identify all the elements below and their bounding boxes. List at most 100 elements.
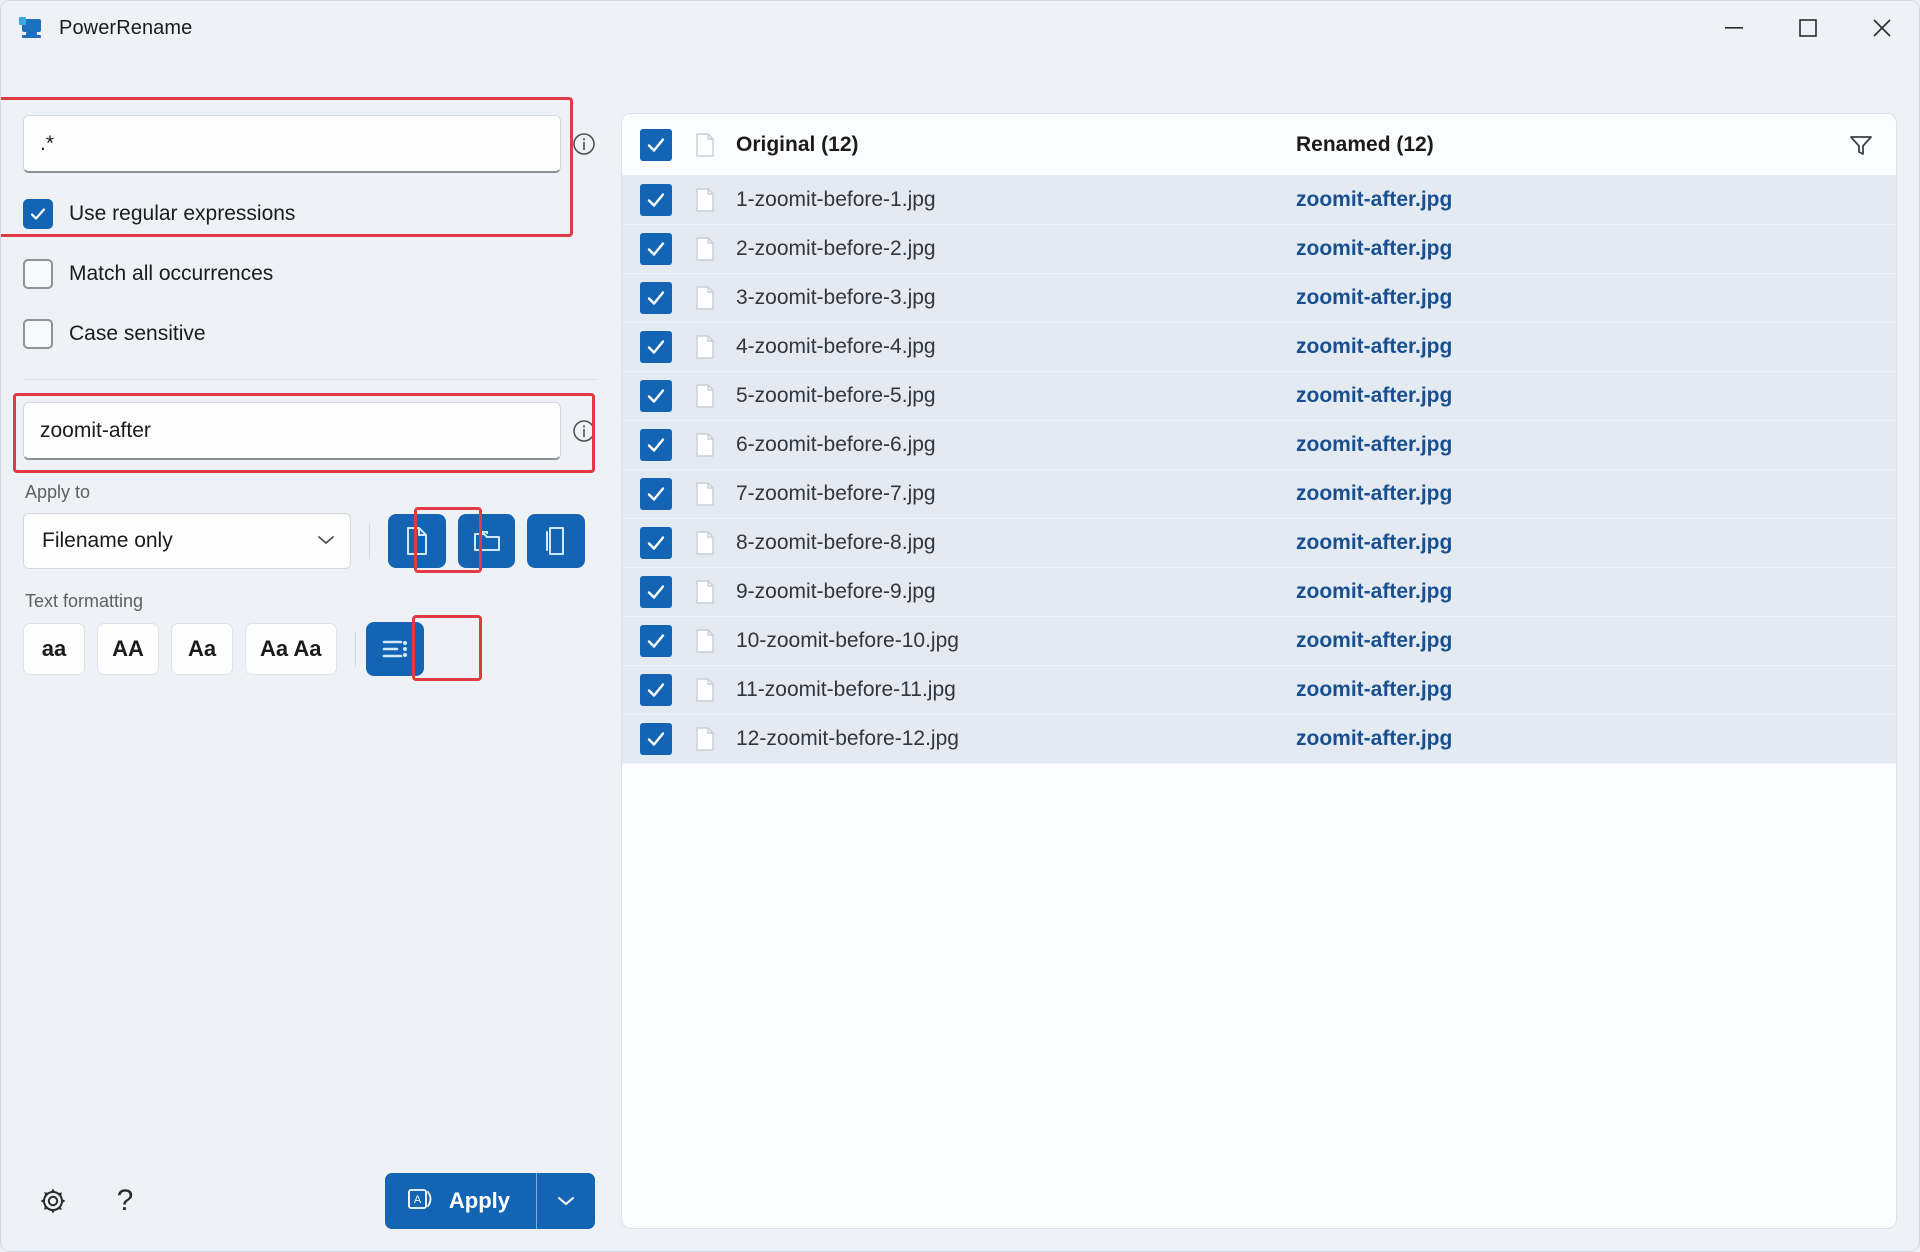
uppercase-button[interactable]: AA (97, 623, 159, 675)
apply-button-label: Apply (448, 1188, 510, 1213)
original-filename: 7-zoomit-before-7.jpg (736, 482, 936, 505)
row-checkbox[interactable] (640, 380, 672, 412)
select-all-checkbox[interactable] (640, 128, 672, 161)
table-row[interactable]: 9-zoomit-before-9.jpg zoomit-after.jpg (622, 568, 1896, 617)
option-use-regex[interactable]: Use regular expressions (23, 187, 597, 241)
renamed-filename: zoomit-after.jpg (1296, 482, 1453, 505)
table-row[interactable]: 4-zoomit-before-4.jpg zoomit-after.jpg (622, 323, 1896, 372)
table-row[interactable]: 11-zoomit-before-11.jpg zoomit-after.jpg (622, 666, 1896, 715)
column-header-renamed[interactable]: Renamed (12) (1296, 133, 1826, 157)
apply-dropdown-button[interactable] (537, 1173, 595, 1229)
apply-to-folders-button[interactable] (457, 514, 516, 568)
renamed-filename: zoomit-after.jpg (1296, 188, 1453, 211)
renamed-filename: zoomit-after.jpg (1296, 237, 1453, 260)
footer-bar: ? A Apply (1, 1151, 621, 1251)
chevron-down-icon (316, 529, 336, 553)
renamed-filename: zoomit-after.jpg (1296, 286, 1453, 309)
row-checkbox[interactable] (640, 527, 672, 559)
option-case-sensitive[interactable]: Case sensitive (23, 307, 597, 361)
row-checkbox[interactable] (640, 331, 672, 363)
text-formatting-label: Text formatting (25, 591, 144, 611)
case-sensitive-checkbox[interactable] (23, 319, 53, 349)
table-row[interactable]: 6-zoomit-before-6.jpg zoomit-after.jpg (622, 421, 1896, 470)
formatting-separator (354, 631, 356, 667)
row-checkbox[interactable] (640, 478, 672, 510)
header-file-icon (694, 132, 736, 158)
original-filename: 11-zoomit-before-11.jpg (736, 678, 956, 701)
file-icon (694, 579, 736, 605)
row-checkbox[interactable] (640, 282, 672, 314)
apply-to-files-button[interactable] (388, 514, 446, 568)
row-checkbox-cell[interactable] (640, 429, 694, 461)
original-filename: 5-zoomit-before-5.jpg (736, 384, 936, 407)
row-checkbox[interactable] (640, 429, 672, 461)
row-checkbox-cell[interactable] (640, 331, 694, 363)
settings-gear-icon[interactable] (29, 1177, 77, 1225)
row-checkbox-cell[interactable] (640, 282, 694, 314)
option-match-all[interactable]: Match all occurrences (23, 247, 597, 301)
search-input[interactable]: .* (23, 115, 561, 173)
row-checkbox-cell[interactable] (640, 184, 694, 216)
row-checkbox-cell[interactable] (640, 674, 694, 706)
renamed-filename: zoomit-after.jpg (1296, 629, 1453, 652)
capitalize-button[interactable]: Aa Aa (245, 623, 337, 675)
file-list-panel: Original (12) Renamed (12) 1-zoomit-befo… (621, 113, 1897, 1229)
row-checkbox-cell[interactable] (640, 233, 694, 265)
table-row[interactable]: 5-zoomit-before-5.jpg zoomit-after.jpg (622, 372, 1896, 421)
use-regex-checkbox[interactable] (23, 199, 53, 229)
svg-text:A: A (414, 1194, 422, 1206)
table-row[interactable]: 3-zoomit-before-3.jpg zoomit-after.jpg (622, 274, 1896, 323)
column-header-original[interactable]: Original (12) (736, 133, 1296, 157)
apply-to-label: Apply to (25, 482, 91, 502)
row-checkbox[interactable] (640, 723, 672, 755)
renamed-filename: zoomit-after.jpg (1296, 580, 1453, 603)
minimize-button[interactable] (1697, 1, 1771, 55)
file-icon (694, 187, 736, 213)
renamed-filename: zoomit-after.jpg (1296, 335, 1453, 358)
apply-to-row: Filename only (23, 507, 597, 573)
close-button[interactable] (1845, 1, 1919, 55)
renamed-filename: zoomit-after.jpg (1296, 678, 1453, 701)
search-info-icon[interactable] (571, 131, 597, 157)
row-checkbox[interactable] (640, 625, 672, 657)
apply-to-subfolders-button[interactable] (527, 514, 585, 568)
select-all-cell[interactable] (640, 128, 694, 161)
file-icon (694, 726, 736, 752)
replace-info-icon[interactable] (571, 418, 597, 444)
replace-input[interactable]: zoomit-after (23, 402, 561, 460)
row-checkbox[interactable] (640, 576, 672, 608)
table-row[interactable]: 2-zoomit-before-2.jpg zoomit-after.jpg (622, 225, 1896, 274)
titlecase-button[interactable]: Aa (171, 623, 233, 675)
filter-icon[interactable] (1826, 132, 1896, 158)
maximize-button[interactable] (1771, 1, 1845, 55)
window-body: .* Use regular expressions Match all occ… (1, 55, 1919, 1251)
row-checkbox[interactable] (640, 233, 672, 265)
table-row[interactable]: 1-zoomit-before-1.jpg zoomit-after.jpg (622, 176, 1896, 225)
apply-button[interactable]: A Apply (385, 1173, 536, 1229)
table-row[interactable]: 10-zoomit-before-10.jpg zoomit-after.jpg (622, 617, 1896, 666)
row-checkbox[interactable] (640, 184, 672, 216)
text-formatting-row: aa AA Aa Aa Aa (23, 615, 597, 681)
lowercase-button[interactable]: aa (23, 623, 85, 675)
original-filename: 6-zoomit-before-6.jpg (736, 433, 936, 456)
rename-icon: A (407, 1186, 435, 1217)
renamed-filename: zoomit-after.jpg (1296, 531, 1453, 554)
help-question-icon[interactable]: ? (101, 1177, 149, 1225)
table-row[interactable]: 7-zoomit-before-7.jpg zoomit-after.jpg (622, 470, 1896, 519)
table-row[interactable]: 12-zoomit-before-12.jpg zoomit-after.jpg (622, 715, 1896, 764)
table-row[interactable]: 8-zoomit-before-8.jpg zoomit-after.jpg (622, 519, 1896, 568)
renamed-filename: zoomit-after.jpg (1296, 727, 1453, 750)
row-checkbox-cell[interactable] (640, 380, 694, 412)
row-checkbox-cell[interactable] (640, 576, 694, 608)
match-all-checkbox[interactable] (23, 259, 53, 289)
row-checkbox-cell[interactable] (640, 478, 694, 510)
original-filename: 2-zoomit-before-2.jpg (736, 237, 936, 260)
row-checkbox-cell[interactable] (640, 723, 694, 755)
apply-to-select[interactable]: Filename only (23, 513, 352, 569)
row-checkbox-cell[interactable] (640, 527, 694, 559)
original-filename: 12-zoomit-before-12.jpg (736, 727, 959, 750)
original-filename: 10-zoomit-before-10.jpg (736, 629, 959, 652)
row-checkbox[interactable] (640, 674, 672, 706)
row-checkbox-cell[interactable] (640, 625, 694, 657)
enumerate-items-button[interactable] (365, 622, 424, 676)
